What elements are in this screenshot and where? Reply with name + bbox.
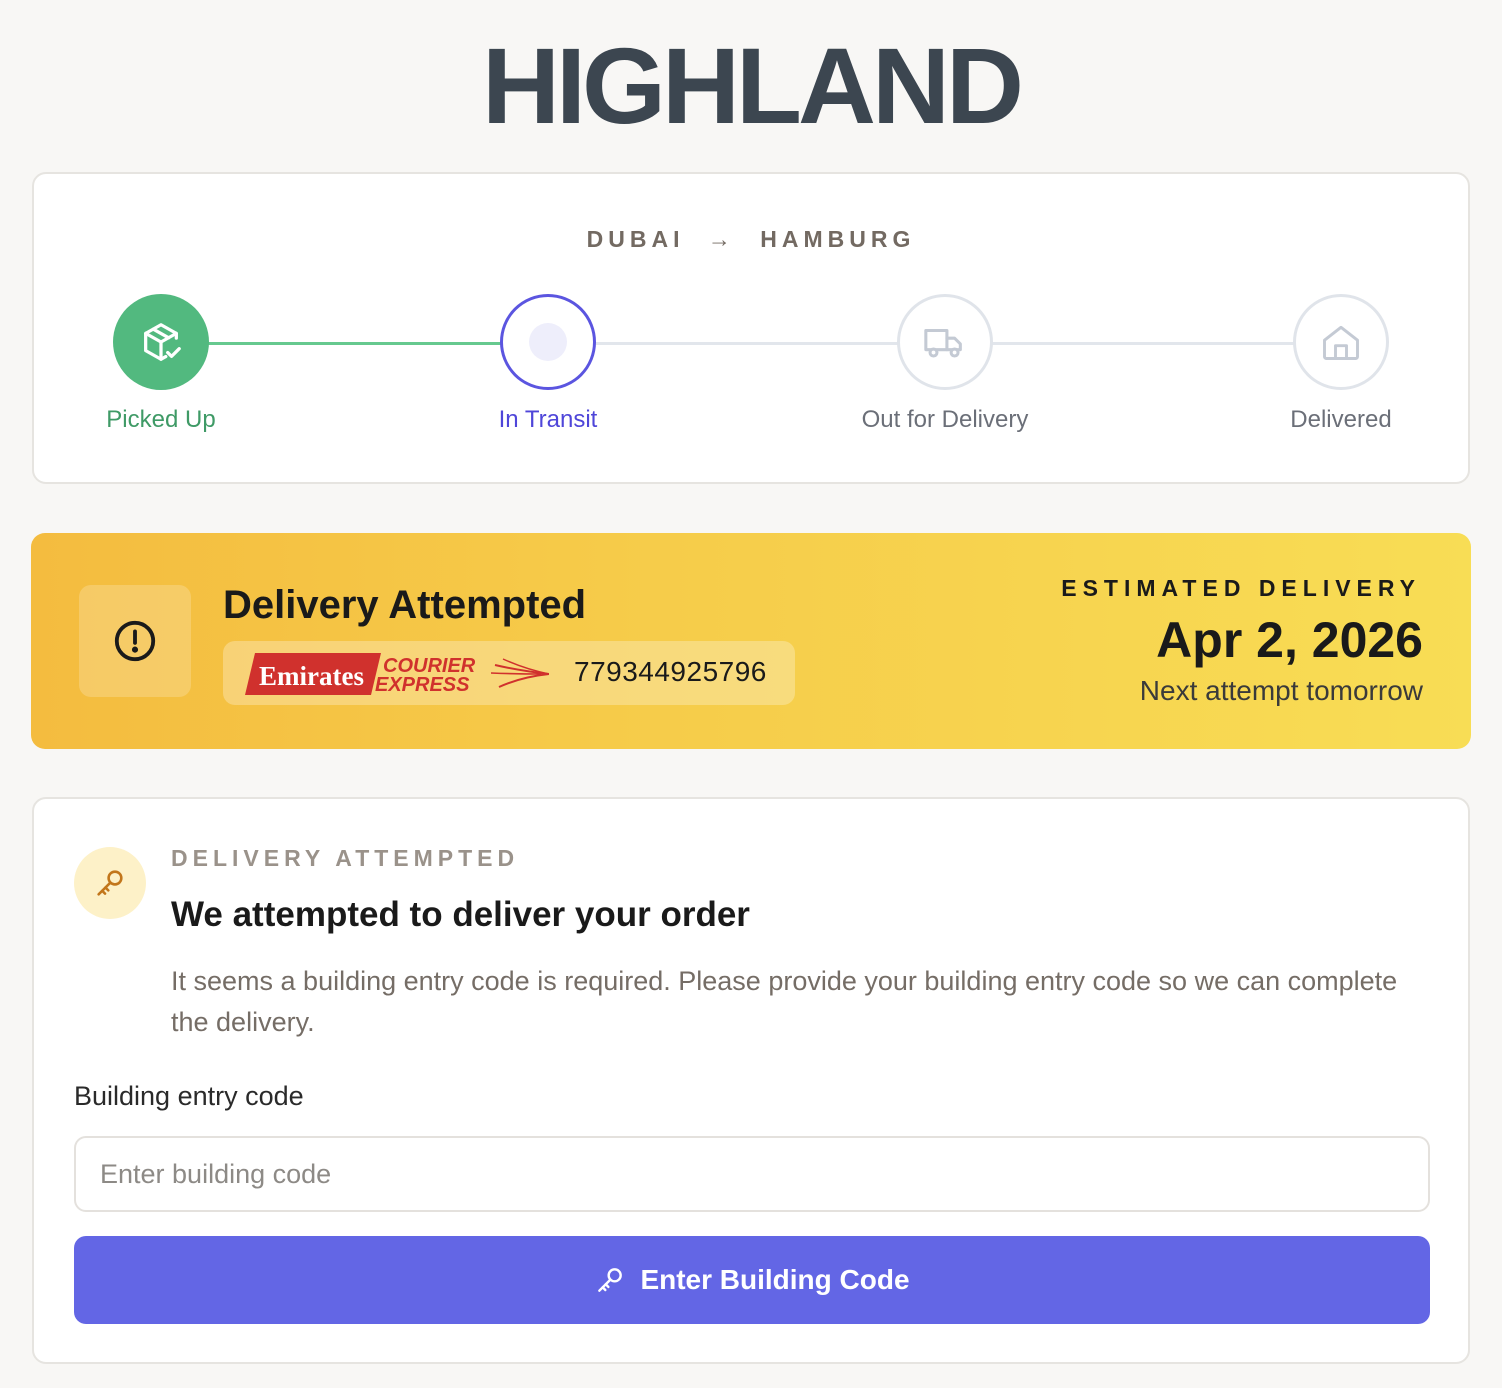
carrier-tracking-pill: Emirates COURIER EXPRESS 779344925796 — [223, 641, 795, 705]
enter-building-code-button-label: Enter Building Code — [640, 1264, 910, 1295]
key-badge — [74, 847, 146, 919]
building-code-card: DELIVERY ATTEMPTED We attempted to deliv… — [32, 797, 1470, 1364]
alert-icon-box — [79, 585, 191, 697]
progress-line-complete — [194, 342, 504, 345]
action-description: It seems a building entry code is requir… — [171, 966, 1398, 1037]
truck-icon — [924, 328, 962, 358]
route-arrow-icon: → — [707, 226, 731, 252]
enter-building-code-button[interactable]: Enter Building Code — [74, 1236, 1430, 1324]
alert-circle-icon — [114, 620, 156, 662]
step-delivered-circle — [1293, 294, 1389, 390]
package-check-icon — [144, 323, 181, 361]
step-picked-up-circle — [113, 294, 209, 390]
route-header: DUBAI → HAMBURG — [34, 226, 1468, 253]
building-code-label: Building entry code — [74, 1081, 304, 1111]
delivery-status-banner: Delivery Attempted Emirates COURIER EXPR… — [31, 533, 1471, 749]
step-label-in-transit: In Transit — [498, 406, 598, 433]
emirates-courier-express-logo: Emirates COURIER EXPRESS — [245, 653, 549, 695]
action-eyebrow: DELIVERY ATTEMPTED — [171, 845, 520, 871]
route-destination: HAMBURG — [760, 226, 916, 252]
key-icon — [97, 870, 123, 896]
step-in-transit-circle — [500, 294, 596, 390]
logo-text-primary: Emirates — [259, 661, 364, 691]
brand-logo: HIGHLAND — [482, 25, 1024, 146]
current-step-dot-icon — [529, 323, 567, 361]
action-headline: We attempted to deliver your order — [171, 895, 750, 934]
step-out-for-delivery-circle — [897, 294, 993, 390]
estimated-delivery-note: Next attempt tomorrow — [1139, 675, 1423, 706]
route-origin: DUBAI — [586, 226, 685, 252]
building-code-input[interactable] — [74, 1136, 1430, 1212]
step-label-delivered: Delivered — [1290, 406, 1392, 433]
estimated-delivery-label: ESTIMATED DELIVERY — [1061, 575, 1421, 601]
tracking-progress-card: DUBAI → HAMBURG Picked Up In Transit Out… — [32, 172, 1470, 484]
step-label-picked-up: Picked Up — [106, 406, 216, 433]
tracking-number: 779344925796 — [574, 656, 767, 687]
step-label-out-for-delivery: Out for Delivery — [861, 406, 1029, 433]
key-icon — [598, 1268, 623, 1292]
logo-text-secondary-2: EXPRESS — [375, 674, 470, 695]
status-title: Delivery Attempted — [223, 583, 587, 627]
home-icon — [1323, 325, 1359, 360]
estimated-delivery-date: Apr 2, 2026 — [1156, 612, 1423, 668]
